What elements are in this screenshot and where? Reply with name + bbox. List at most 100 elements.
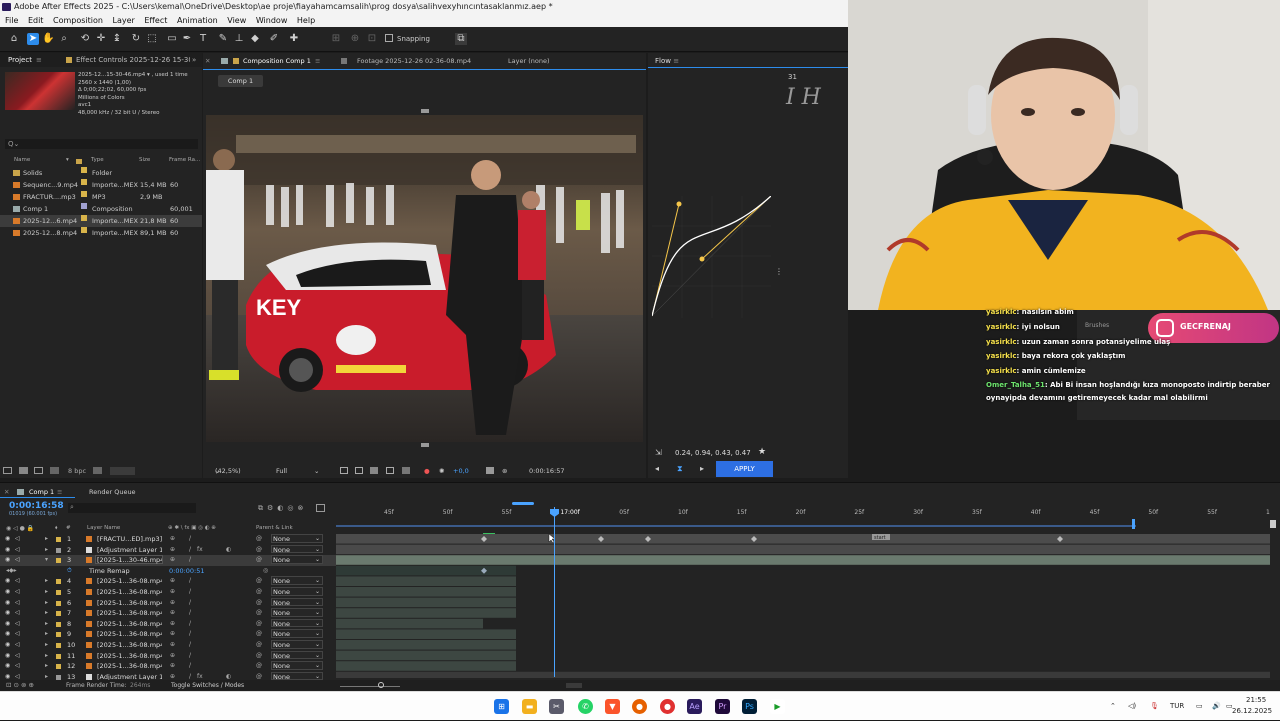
quality-switch-icon[interactable]: / [189, 640, 191, 651]
ease-both-icon[interactable]: ⧗ [677, 464, 683, 474]
sort-icon[interactable]: ▾ [66, 157, 69, 163]
project-item[interactable]: Sequenc...9.mp4 Importe...MEX 15,4 MB 60 [0, 179, 202, 191]
project-settings-icon[interactable] [50, 467, 59, 474]
comp-marker-bin-icon[interactable] [1270, 520, 1276, 528]
thumbnail-size-slider[interactable] [110, 467, 135, 475]
label-column-icon[interactable] [76, 159, 82, 164]
shy-switch-icon[interactable]: ⊕ [170, 598, 175, 609]
composition-viewer[interactable]: KEY [206, 115, 643, 442]
snap-options-icon[interactable]: ⧉ [455, 33, 467, 45]
quality-switch-icon[interactable]: / [189, 587, 191, 598]
expand-arrow-icon[interactable]: ▸ [45, 598, 48, 609]
quality-switch-icon[interactable]: / [189, 576, 191, 587]
layer-name[interactable]: [2025-1...36-08.mp4] [97, 587, 162, 598]
audio-toggle-icon[interactable]: ◁ [15, 629, 20, 640]
bezier-handle-out[interactable] [699, 256, 705, 262]
network-icon[interactable]: ▭ [1196, 692, 1203, 721]
parent-dropdown[interactable]: None ⌄ [271, 661, 323, 670]
pick-whip-icon[interactable]: @ [256, 608, 262, 619]
photoshop-icon[interactable]: Ps [742, 699, 757, 714]
shy-switch-icon[interactable]: ⊕ [170, 576, 175, 587]
shy-switch-icon[interactable]: ⊕ [170, 629, 175, 640]
layer-bar[interactable] [336, 576, 516, 586]
col-frame-rate[interactable]: Frame Ra... [169, 157, 200, 163]
expression-pick-whip-icon[interactable]: ◎ [263, 566, 268, 577]
footer-icons[interactable]: ⊡ ⊙ ⊚ ⊕ [6, 681, 34, 689]
zoom-dropdown[interactable]: (42,5%) ⌄ [215, 464, 241, 478]
toggle-switches-modes[interactable]: Toggle Switches / Modes [171, 682, 244, 689]
menu-view[interactable]: View [227, 16, 246, 25]
layer-name[interactable]: [FRACTU...ED].mp3] [97, 534, 162, 545]
axis-view-icon[interactable]: ⊡ [366, 33, 378, 45]
lock-icon[interactable] [233, 58, 239, 64]
menu-composition[interactable]: Composition [53, 16, 103, 25]
eye-icon[interactable]: ◉ [5, 587, 10, 598]
bit-depth-label[interactable]: 8 bpc [68, 464, 86, 478]
flow-more-icon[interactable]: ⋮ [775, 267, 783, 276]
menu-edit[interactable]: Edit [28, 16, 44, 25]
input-language[interactable]: TUR [1170, 692, 1184, 721]
audio-toggle-icon[interactable]: ◁ [15, 587, 20, 598]
quality-switch-icon[interactable]: / [189, 661, 191, 672]
viewer-bottom-handle[interactable] [421, 443, 429, 447]
selection-tool-icon[interactable]: ➤ [27, 33, 39, 45]
layer-row[interactable]: ◉ ◁ ▾ 3 [2025-1...30-46.mp4] ⊕ / @ None ⌄ [0, 555, 336, 566]
label-color-swatch[interactable] [81, 203, 87, 209]
parent-dropdown[interactable]: None ⌄ [271, 587, 323, 596]
layer-bar[interactable] [336, 597, 516, 608]
parent-dropdown[interactable]: None ⌄ [271, 640, 323, 649]
audio-toggle-icon[interactable]: ◁ [15, 608, 20, 619]
project-item[interactable]: Solids Folder [0, 167, 202, 179]
pick-whip-icon[interactable]: @ [256, 576, 262, 587]
close-icon[interactable]: ✕ [205, 57, 210, 65]
clock-time[interactable]: 21:55 [1246, 696, 1266, 704]
label-color-swatch[interactable] [81, 179, 87, 185]
layer-tracks[interactable]: start [336, 533, 1270, 678]
pan-tool-icon[interactable]: ↨ [111, 33, 123, 45]
trash-icon[interactable] [93, 467, 102, 474]
tab-footage[interactable]: Footage 2025-12-26 02-36-08.mp4 [357, 57, 471, 65]
label-color-swatch[interactable] [81, 215, 87, 221]
tab-render-queue[interactable]: Render Queue [89, 488, 136, 496]
shy-switch-icon[interactable]: ⊕ [170, 555, 175, 566]
shy-switch-icon[interactable]: ⊕ [170, 661, 175, 672]
label-color-swatch[interactable] [56, 611, 61, 617]
time-ruler[interactable]: 45f 50f 55f 17:00f 05f 10f 15f 20f 25f 30f 35f 40f 4… [336, 507, 1270, 521]
mask-visibility-icon[interactable] [370, 467, 378, 474]
expand-arrow-icon[interactable]: ▸ [45, 629, 48, 640]
parent-dropdown[interactable]: None ⌄ [271, 534, 323, 543]
graph-editor-icon[interactable] [316, 504, 325, 512]
pan-behind-tool-icon[interactable]: ⬚ [146, 33, 158, 45]
adjustment-switch-icon[interactable]: ◐ [226, 545, 231, 556]
new-composition-icon[interactable] [34, 467, 43, 474]
quality-switch-icon[interactable]: / [189, 608, 191, 619]
col-name[interactable]: Name [14, 157, 30, 163]
tab-comp-1[interactable]: Comp 1 [29, 488, 54, 496]
shy-switch-icon[interactable]: ⊕ [170, 534, 175, 545]
expand-arrow-icon[interactable]: ▸ [45, 651, 48, 662]
expand-arrow-icon[interactable]: ▸ [45, 545, 48, 556]
flow-export-icon[interactable]: ⇲ [655, 448, 662, 457]
shy-switch-icon[interactable]: ⊕ [170, 640, 175, 651]
quality-switch-icon[interactable]: / [189, 619, 191, 630]
favorite-star-icon[interactable]: ★ [758, 447, 766, 457]
expand-arrow-icon[interactable]: ▸ [45, 661, 48, 672]
layer-row[interactable]: ◉ ◁ ▸ 5 [2025-1...36-08.mp4] ⊕ / @ None ⌄ [0, 587, 336, 598]
viewer-top-handle[interactable] [421, 109, 429, 113]
quality-switch-icon[interactable]: / [189, 629, 191, 640]
comp-menu-icon[interactable]: ≡ [315, 57, 320, 65]
layer-name[interactable]: [Adjustment Layer 1] [97, 545, 162, 556]
interpret-footage-icon[interactable] [3, 467, 12, 474]
bezier-handle-in[interactable] [676, 201, 682, 207]
hand-tool-icon[interactable]: ✋ [42, 33, 54, 45]
time-remap-value[interactable]: 0:00:00:51 [169, 566, 205, 577]
layer-name[interactable]: [2025-1...36-08.mp4] [97, 661, 162, 672]
ease-out-icon[interactable]: ▸ [700, 464, 704, 473]
label-color-swatch[interactable] [56, 664, 61, 670]
layer-bar[interactable] [336, 587, 516, 597]
firefox-icon[interactable]: ● [632, 699, 647, 714]
label-color-swatch[interactable] [56, 643, 61, 648]
flow-curve-graph[interactable] [652, 196, 771, 318]
col-layer-name[interactable]: Layer Name [87, 525, 120, 531]
pick-whip-icon[interactable]: @ [256, 651, 262, 662]
